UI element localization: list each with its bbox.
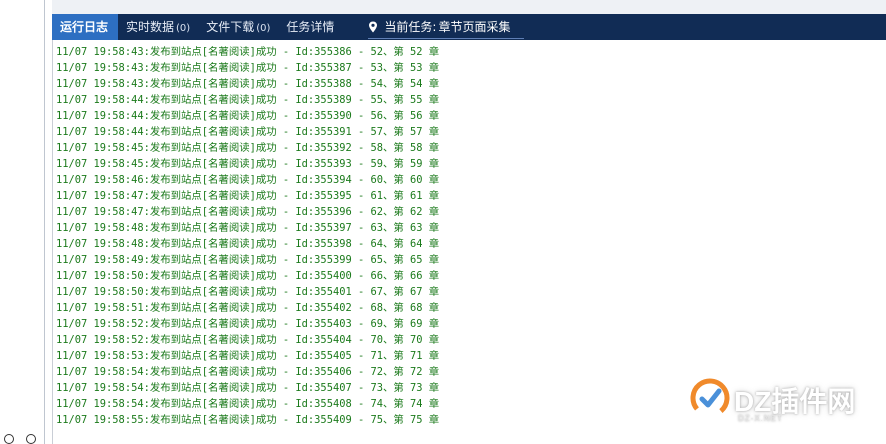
log-line: 11/07 19:58:50:发布到站点[名著阅读]成功 - Id:355401…	[56, 286, 440, 298]
log-line: 11/07 19:58:48:发布到站点[名著阅读]成功 - Id:355398…	[56, 238, 440, 250]
tab-label: 文件下载	[206, 20, 255, 34]
watermark-subtext: DZ-X.NET	[738, 414, 783, 423]
tab-label: 任务详情	[286, 20, 335, 34]
log-line: 11/07 19:58:43:发布到站点[名著阅读]成功 - Id:355386…	[56, 46, 440, 58]
log-line: 11/07 19:58:45:发布到站点[名著阅读]成功 - Id:355393…	[56, 158, 440, 170]
log-line: 11/07 19:58:54:发布到站点[名著阅读]成功 - Id:355407…	[56, 382, 440, 394]
dz-logo-icon	[690, 378, 730, 418]
log-line: 11/07 19:58:45:发布到站点[名著阅读]成功 - Id:355392…	[56, 142, 440, 154]
tab-task-details[interactable]: 任务详情	[278, 14, 342, 40]
log-line: 11/07 19:58:44:发布到站点[名著阅读]成功 - Id:355391…	[56, 126, 440, 138]
watermark: DZ插件网 DZ-X.NET	[688, 374, 868, 430]
left-pane	[0, 0, 45, 444]
tab-bar: 运行日志 实时数据 (0) 文件下载 (0) 任务详情 当前任务: 章节页面采集	[52, 14, 886, 40]
tab-count: (0)	[176, 23, 191, 34]
tab-file-download[interactable]: 文件下载 (0)	[198, 14, 278, 40]
log-line: 11/07 19:58:52:发布到站点[名著阅读]成功 - Id:355403…	[56, 318, 440, 330]
log-line: 11/07 19:58:46:发布到站点[名著阅读]成功 - Id:355394…	[56, 174, 440, 186]
log-line: 11/07 19:58:50:发布到站点[名著阅读]成功 - Id:355400…	[56, 270, 440, 282]
current-task-indicator: 当前任务: 章节页面采集	[368, 16, 525, 39]
log-line: 11/07 19:58:43:发布到站点[名著阅读]成功 - Id:355388…	[56, 78, 440, 90]
log-line: 11/07 19:58:52:发布到站点[名著阅读]成功 - Id:355404…	[56, 334, 440, 346]
log-line: 11/07 19:58:54:发布到站点[名著阅读]成功 - Id:355408…	[56, 398, 440, 410]
log-line: 11/07 19:58:47:发布到站点[名著阅读]成功 - Id:355396…	[56, 206, 440, 218]
circle-icon[interactable]	[4, 434, 14, 444]
log-line: 11/07 19:58:44:发布到站点[名著阅读]成功 - Id:355390…	[56, 110, 440, 122]
tab-count: (0)	[256, 23, 271, 34]
bottom-left-icons	[0, 432, 44, 444]
log-line: 11/07 19:58:48:发布到站点[名著阅读]成功 - Id:355397…	[56, 222, 440, 234]
log-line: 11/07 19:58:53:发布到站点[名著阅读]成功 - Id:355405…	[56, 350, 440, 362]
tab-label: 实时数据	[126, 20, 175, 34]
log-line: 11/07 19:58:49:发布到站点[名著阅读]成功 - Id:355399…	[56, 254, 440, 266]
log-line: 11/07 19:58:51:发布到站点[名著阅读]成功 - Id:355402…	[56, 302, 440, 314]
log-line: 11/07 19:58:47:发布到站点[名著阅读]成功 - Id:355395…	[56, 190, 440, 202]
current-task-label: 当前任务:	[384, 20, 437, 34]
clock-icon[interactable]	[26, 434, 36, 444]
current-task-value: 章节页面采集	[438, 20, 511, 34]
tab-realtime-data[interactable]: 实时数据 (0)	[118, 14, 198, 40]
map-pin-icon	[369, 21, 378, 32]
tab-label: 运行日志	[60, 20, 109, 34]
log-line: 11/07 19:58:43:发布到站点[名著阅读]成功 - Id:355387…	[56, 62, 440, 74]
log-line: 11/07 19:58:54:发布到站点[名著阅读]成功 - Id:355406…	[56, 366, 440, 378]
tab-run-log[interactable]: 运行日志	[52, 14, 119, 40]
top-strip	[52, 0, 886, 15]
log-line: 11/07 19:58:44:发布到站点[名著阅读]成功 - Id:355389…	[56, 94, 440, 106]
log-line: 11/07 19:58:55:发布到站点[名著阅读]成功 - Id:355409…	[56, 414, 440, 426]
